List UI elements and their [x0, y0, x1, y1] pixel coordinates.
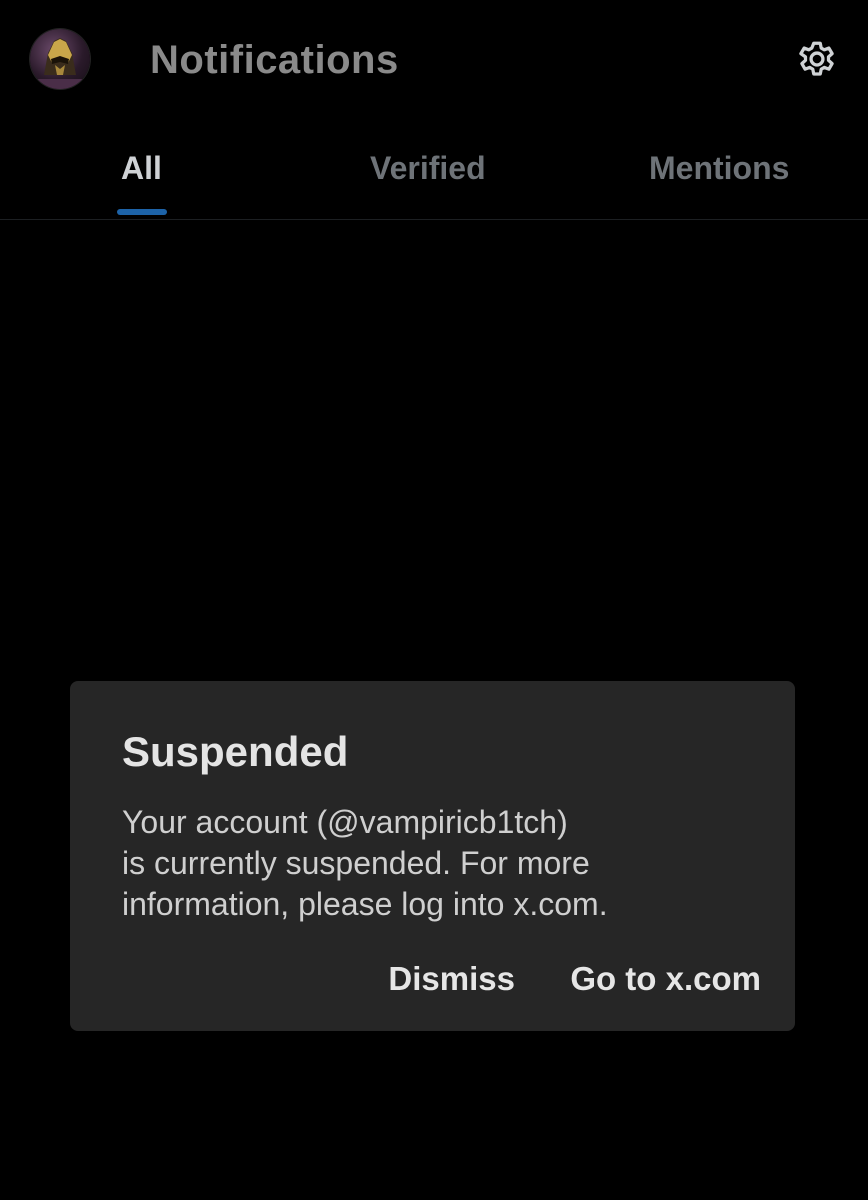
top-app-bar: Notifications [0, 0, 868, 120]
avatar[interactable] [30, 29, 90, 89]
tab-verified[interactable]: Verified [370, 150, 486, 187]
dialog-message-line: is currently suspended. For more [122, 845, 590, 881]
notification-tabs: All Verified Mentions [0, 120, 868, 220]
dialog-message-line: Your account (@vampiricb1tch) [122, 804, 568, 840]
tab-mentions[interactable]: Mentions [649, 150, 789, 187]
notifications-screen: Notifications All Verified Mentions Susp… [0, 0, 868, 1200]
avatar-image [34, 38, 86, 89]
dialog-title: Suspended [122, 728, 349, 775]
active-tab-indicator [117, 209, 167, 215]
tab-all[interactable]: All [121, 150, 162, 187]
suspended-dialog: Suspended Your account (@vampiricb1tch) … [70, 681, 795, 1031]
gear-icon[interactable] [794, 36, 840, 82]
go-to-x-button[interactable]: Go to x.com [570, 960, 761, 998]
dismiss-button[interactable]: Dismiss [388, 960, 515, 998]
dialog-message: Your account (@vampiricb1tch) is current… [122, 802, 742, 925]
page-title: Notifications [150, 38, 399, 82]
dialog-message-line: information, please log into x.com. [122, 886, 608, 922]
